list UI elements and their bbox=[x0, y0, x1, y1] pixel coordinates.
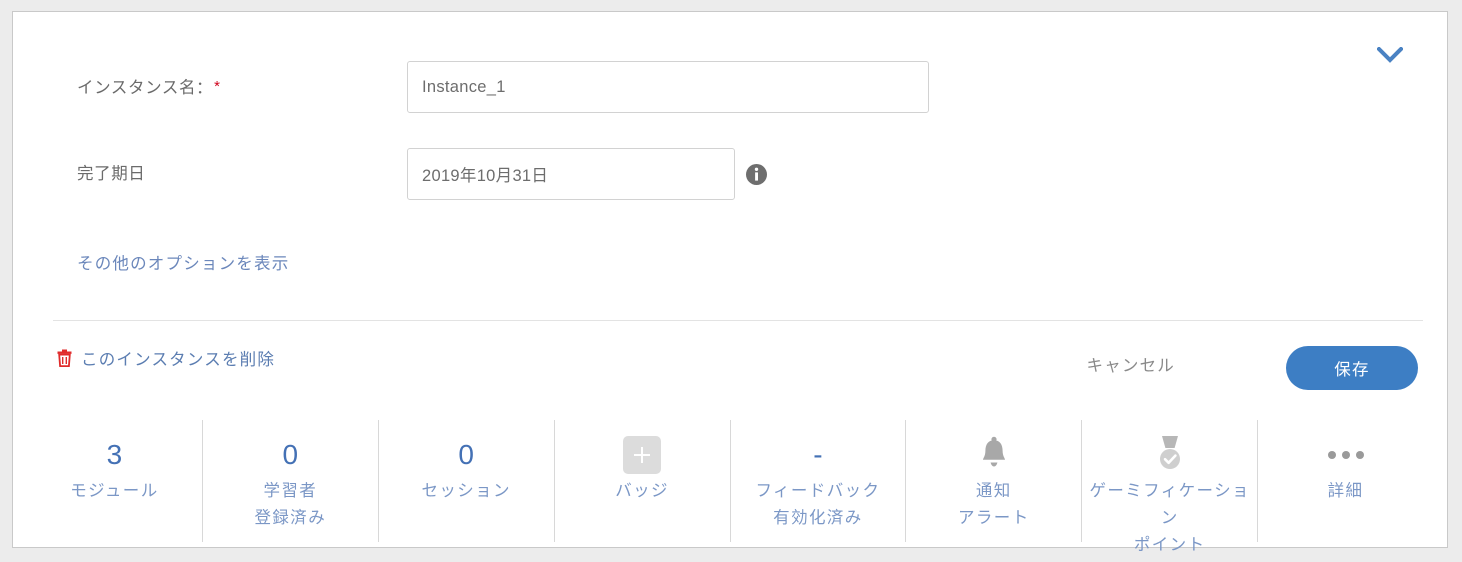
stat-modules-label: モジュール bbox=[70, 482, 159, 500]
stat-enrolled-learners-value: 0 bbox=[282, 439, 299, 470]
delete-instance-label: このインスタンスを削除 bbox=[81, 351, 276, 369]
stat-feedback-enabled-label: フィードバック 有効化済み bbox=[755, 482, 881, 527]
stat-details[interactable]: 詳細 bbox=[1257, 420, 1433, 542]
instance-name-label: インスタンス名：* bbox=[77, 61, 221, 113]
stat-gamification-icon-wrap bbox=[1153, 434, 1187, 477]
info-icon[interactable] bbox=[746, 164, 767, 185]
stat-notification-icon-wrap bbox=[978, 436, 1010, 474]
due-date-input[interactable] bbox=[407, 148, 735, 200]
stat-gamification-points-label: ゲーミフィケーション ポイント bbox=[1089, 482, 1250, 554]
stat-enrolled-learners-label: 学習者 登録済み bbox=[254, 482, 327, 527]
ellipsis-icon bbox=[1327, 451, 1364, 459]
stat-gamification-points[interactable]: ゲーミフィケーション ポイント bbox=[1081, 420, 1257, 554]
bell-icon bbox=[978, 436, 1010, 475]
cancel-button[interactable]: キャンセル bbox=[1087, 352, 1176, 376]
stat-modules-value: 3 bbox=[106, 439, 123, 470]
instance-name-row: インスタンス名：* bbox=[13, 61, 1447, 113]
due-date-row: 完了期日 bbox=[13, 148, 1447, 200]
instance-name-input[interactable] bbox=[407, 61, 929, 113]
page-background: インスタンス名：* 完了期日 その他のオプションを表示 bbox=[0, 0, 1462, 562]
stat-enrolled-learners[interactable]: 0 学習者 登録済み bbox=[201, 420, 378, 542]
stat-feedback-enabled[interactable]: - フィードバック 有効化済み bbox=[729, 420, 906, 542]
stat-modules[interactable]: 3 モジュール bbox=[27, 420, 202, 542]
stat-sessions-label: セッション bbox=[421, 482, 511, 500]
trash-icon bbox=[57, 349, 72, 368]
plus-square-icon bbox=[623, 436, 662, 474]
stat-details-icon-wrap bbox=[1327, 436, 1364, 474]
medal-icon bbox=[1153, 434, 1187, 477]
instance-name-label-text: インスタンス名： bbox=[77, 79, 214, 97]
stat-sessions[interactable]: 0 セッション bbox=[377, 420, 554, 542]
delete-instance-button[interactable]: このインスタンスを削除 bbox=[57, 346, 275, 370]
stat-badges[interactable]: バッジ bbox=[553, 420, 730, 542]
show-more-options-link[interactable]: その他のオプションを表示 bbox=[77, 250, 289, 278]
stat-badges-icon-wrap bbox=[623, 436, 662, 474]
instance-stats-bar: 3 モジュール 0 学習者 登録済み 0 セッション バッジ - フィードバック… bbox=[27, 420, 1433, 554]
stat-sessions-value: 0 bbox=[458, 439, 474, 470]
stat-details-label: 詳細 bbox=[1327, 482, 1364, 500]
section-divider bbox=[53, 320, 1423, 321]
stat-notification-alerts[interactable]: 通知 アラート bbox=[905, 420, 1081, 542]
stat-badges-label: バッジ bbox=[615, 482, 669, 500]
save-button[interactable]: 保存 bbox=[1286, 346, 1418, 390]
instance-settings-card: インスタンス名：* 完了期日 その他のオプションを表示 bbox=[12, 11, 1448, 554]
stat-notification-alerts-label: 通知 アラート bbox=[958, 482, 1030, 527]
required-asterisk: * bbox=[214, 78, 221, 95]
stat-feedback-enabled-value: - bbox=[813, 439, 823, 470]
due-date-label: 完了期日 bbox=[77, 165, 146, 183]
